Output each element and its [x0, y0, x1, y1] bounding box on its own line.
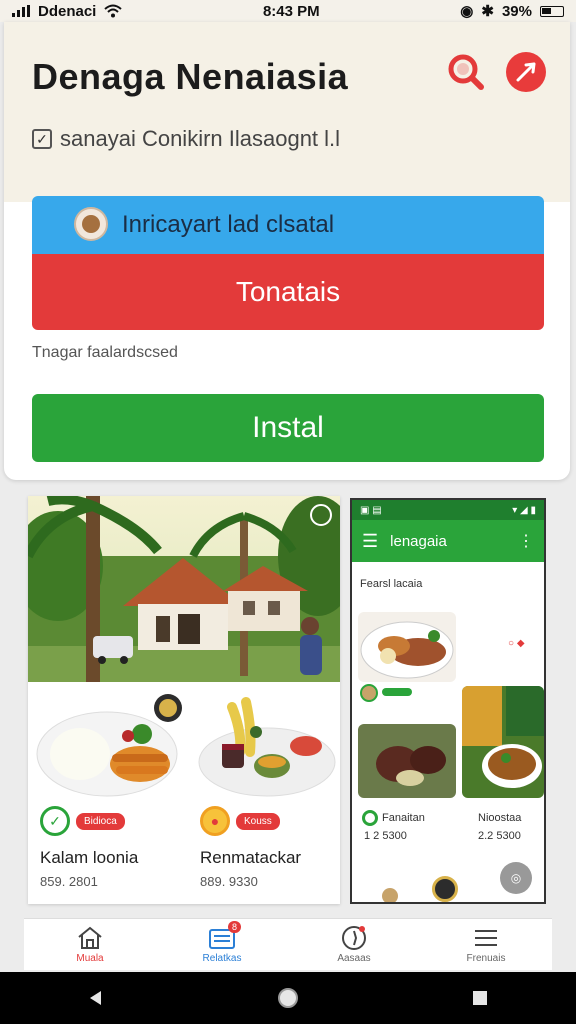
primary-action-button[interactable]: Tonatais	[32, 254, 544, 330]
phone-dish-image	[462, 686, 544, 798]
phone-item-name: Nioostaa	[478, 812, 522, 824]
dish-image	[32, 692, 182, 800]
app-screen: Ddenaci 8:43 PM ◉ ✱ 39% Denaga Nenaiasia…	[0, 0, 576, 1024]
phone-item-name: Fanaitan	[382, 812, 425, 824]
nav-label: Relatkas	[202, 953, 242, 964]
phone-app-title: lenagaia	[390, 532, 447, 550]
phone-item-meta: 1 2 5300	[364, 830, 407, 842]
phone-badge-icon	[432, 876, 458, 902]
phone-section-label: Fearsl lacaia	[360, 578, 423, 590]
battery-percent: 39%	[501, 2, 532, 20]
back-button[interactable]	[76, 978, 116, 1018]
phone-app-bar: ☰ lenagaia ⋮	[352, 520, 544, 562]
bottom-nav: Muala 8 Relatkas Aasaas Frenuais	[24, 918, 552, 970]
home-button[interactable]	[268, 978, 308, 1018]
status-bar: Ddenaci 8:43 PM ◉ ✱ 39%	[0, 0, 576, 22]
home-circle-icon	[278, 988, 298, 1008]
phone-tag	[382, 688, 412, 696]
wifi-icon	[104, 4, 123, 18]
location-icon: ◉	[460, 3, 474, 20]
house-image	[28, 496, 340, 682]
avatar	[74, 207, 108, 241]
phone-check-icon	[362, 810, 378, 826]
developer-label: Inricayart lad clsatal	[122, 211, 335, 238]
check-icon: ✓	[40, 806, 70, 836]
app-header: Denaga Nenaiasia ✓ sanayai Conikirn Ilas…	[4, 22, 570, 202]
nav-menu[interactable]: Frenuais	[426, 925, 546, 964]
search-icon	[448, 54, 484, 90]
phone-dish-image	[358, 724, 456, 798]
dish-image	[192, 692, 340, 800]
nav-label: Muala	[76, 953, 104, 964]
tag-pill: Kouss	[236, 812, 280, 830]
fab-button[interactable]: ◎	[500, 862, 532, 894]
status-left: Ddenaci	[12, 2, 123, 20]
app-install-card: Denaga Nenaiasia ✓ sanayai Conikirn Ilas…	[4, 22, 570, 480]
item-name: Renmatackar	[200, 848, 302, 867]
search-button[interactable]	[446, 52, 486, 92]
recents-icon	[473, 991, 487, 1005]
verified-checkbox[interactable]: ✓	[32, 129, 52, 149]
status-right: ◉ ✱ 39%	[460, 2, 564, 20]
tag-pill: Bidioca	[76, 812, 125, 830]
carrier-label: Ddenaci	[38, 2, 97, 20]
system-nav-bar	[0, 972, 576, 1024]
item-price: 859. 2801	[40, 874, 98, 889]
signal-icon	[12, 5, 30, 17]
app-title: Denaga Nenaiasia	[32, 56, 349, 97]
developer-bar[interactable]: Inricayart lad clsatal	[32, 196, 544, 254]
battery-icon	[539, 5, 564, 17]
screenshot-gallery-card[interactable]: ✓ Bidioca Kalam loonia 859. 2801 ● Kouss…	[28, 496, 340, 904]
nav-news[interactable]: 8 Relatkas	[162, 921, 282, 964]
bluetooth-icon: ✱	[481, 3, 494, 20]
phone-item-meta: 2.2 5300	[478, 830, 521, 842]
item-price: 889. 9330	[200, 874, 258, 889]
nav-home[interactable]: Muala	[30, 925, 150, 964]
phone-status-bar: ▣ ▤ ▾ ◢ ▮	[352, 500, 544, 520]
gallery-item[interactable]: ● Kouss Renmatackar 889. 9330	[192, 692, 340, 904]
phone-avatar	[382, 888, 398, 902]
nav-label: Aasaas	[337, 953, 371, 964]
badge-icon: ●	[200, 806, 230, 836]
subtitle-row: ✓ sanayai Conikirn Ilasaognt l.l	[32, 126, 340, 152]
nav-explore[interactable]: Aasaas	[294, 925, 414, 964]
home-icon	[75, 925, 105, 951]
compass-icon	[339, 925, 369, 951]
menu-icon	[471, 925, 501, 951]
recents-button[interactable]	[460, 978, 500, 1018]
gallery-item[interactable]: ✓ Bidioca Kalam loonia 859. 2801	[32, 692, 182, 904]
notification-badge: 8	[228, 921, 242, 933]
tag-row: ● Kouss	[200, 806, 280, 836]
nav-label: Frenuais	[466, 953, 506, 964]
phone-avatar	[360, 684, 378, 702]
clock: 8:43 PM	[262, 2, 320, 20]
item-name: Kalam loonia	[40, 848, 139, 867]
install-button[interactable]: Instal	[32, 394, 544, 462]
phone-mini-icons: ○ ◆	[508, 638, 525, 649]
hero-badge-icon	[310, 504, 332, 526]
caption-text: Tnagar faalardscsed	[32, 344, 178, 361]
back-icon	[90, 991, 101, 1005]
phone-preview[interactable]: ▣ ▤ ▾ ◢ ▮ ☰ lenagaia ⋮ Fearsl lacaia ○ ◆ …	[350, 498, 546, 904]
app-subtitle: sanayai Conikirn Ilasaognt l.l	[60, 126, 341, 151]
share-icon	[516, 62, 536, 82]
more-icon[interactable]: ⋮	[518, 531, 534, 551]
tag-row: ✓ Bidioca	[40, 806, 125, 836]
share-button[interactable]	[506, 52, 546, 92]
phone-dish-image	[358, 612, 456, 682]
menu-icon[interactable]: ☰	[362, 531, 378, 552]
